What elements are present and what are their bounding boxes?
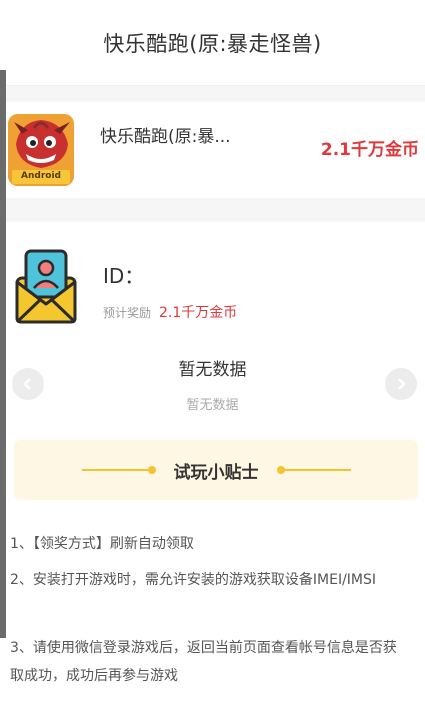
page-title: 快乐酷跑(原:暴走怪兽) (103, 31, 322, 56)
android-badge: Android (21, 171, 61, 181)
tips-banner: 试玩小贴士 (14, 440, 418, 500)
section-divider (0, 198, 425, 222)
tip-item: 1、【领奖方式】刷新自动领取 (10, 536, 194, 552)
decorative-line (81, 466, 156, 474)
game-reward: 2.1千万金币 (320, 140, 419, 160)
chevron-right-icon[interactable] (385, 368, 417, 400)
game-monster-icon: Android (8, 114, 74, 186)
envelope-user-icon (14, 248, 78, 324)
tip-item: 3、请使用微信登录游戏后，返回当前页面查看帐号信息是否获取成功，成功后再参与游戏 (10, 640, 397, 684)
reward-amount: 2.1千万金币 (159, 305, 238, 321)
task-detail-page: 快乐酷跑(原:暴走怪兽) Android 快乐酷跑(原:暴... 2.1千万金币 (0, 0, 425, 706)
game-card[interactable]: Android 快乐酷跑(原:暴... 2.1千万金币 (0, 102, 425, 198)
section-divider (0, 86, 425, 102)
header: 快乐酷跑(原:暴走怪兽) (0, 0, 425, 86)
tip-item: 2、安装打开游戏时，需允许安装的游戏获取设备IMEI/IMSI (10, 572, 377, 588)
reward-label: 预计奖励 (103, 306, 152, 320)
user-id-label: ID： (103, 264, 145, 288)
tips-title: 试玩小贴士 (173, 462, 259, 483)
decorative-line (276, 466, 351, 474)
background-edge (0, 70, 6, 638)
game-name: 快乐酷跑(原:暴... (100, 127, 231, 147)
empty-state-subtitle: 暂无数据 (186, 398, 239, 413)
user-section: ID： 预计奖励 2.1千万金币 暂无数据 暂无数据 试玩小贴士 1、【领奖方式… (0, 222, 425, 684)
empty-state-title: 暂无数据 (178, 360, 247, 380)
expected-reward: 预计奖励 2.1千万金币 (103, 302, 237, 322)
